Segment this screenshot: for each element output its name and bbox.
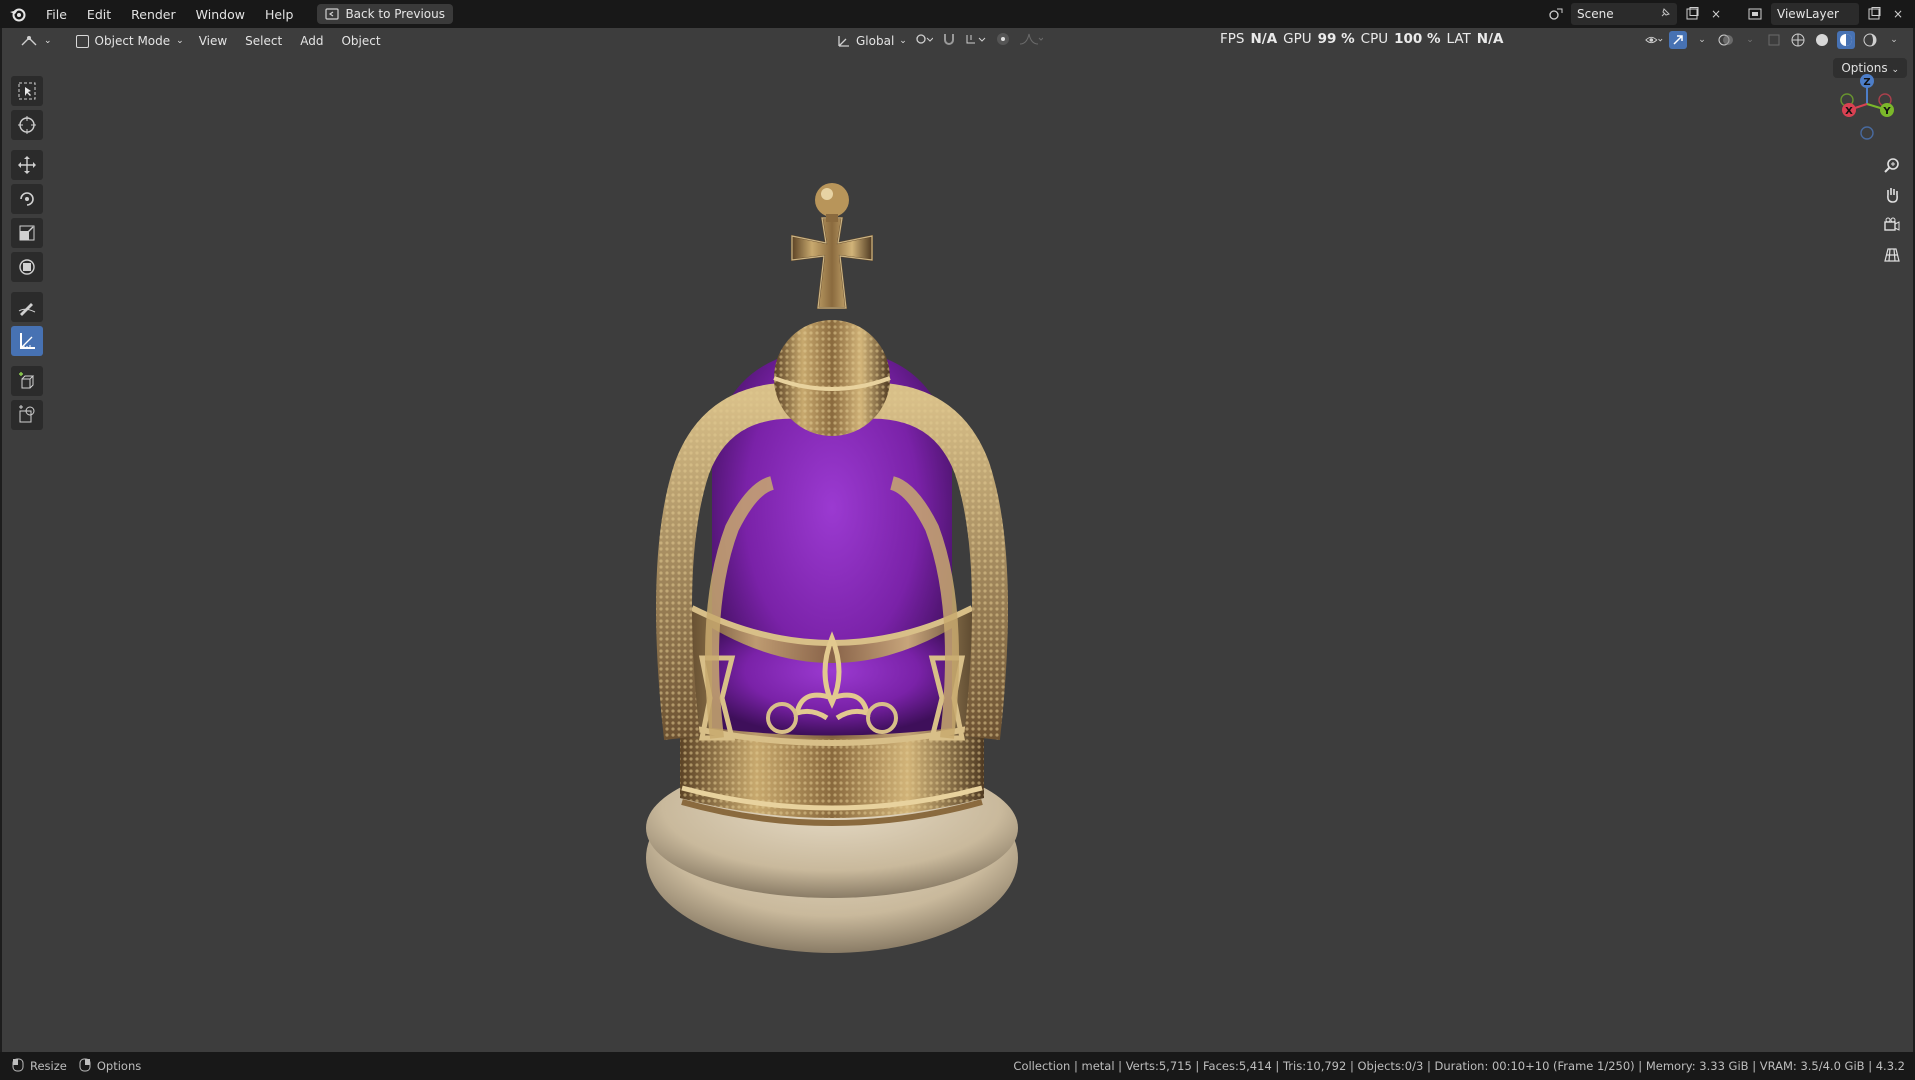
gizmo-x-label: X	[1845, 106, 1853, 117]
editor-type-button[interactable]: ⌄	[14, 32, 58, 50]
scene-name: Scene	[1577, 7, 1614, 21]
remove-scene-icon[interactable]: ×	[1707, 5, 1725, 23]
menu-edit[interactable]: Edit	[77, 7, 121, 22]
orientation-label: Global	[856, 33, 895, 48]
menu-view[interactable]: View	[190, 34, 236, 48]
cpu-value: 100 %	[1394, 31, 1441, 47]
mouse-right-icon	[79, 1058, 91, 1075]
3d-viewport[interactable]: ⌄ Object Mode ⌄ View Select Add Object G…	[2, 28, 1913, 1052]
scale-tool[interactable]	[11, 218, 43, 248]
back-to-previous-label: Back to Previous	[345, 7, 445, 21]
xray-toggle-icon[interactable]	[1765, 31, 1783, 49]
zoom-magnifier-icon[interactable]	[1879, 152, 1905, 178]
material-preview-shading-icon[interactable]	[1837, 31, 1855, 49]
measure-ruler-icon	[20, 333, 35, 349]
crown-3d-model[interactable]	[622, 138, 1042, 958]
transform-tool[interactable]	[11, 252, 43, 282]
orientation-axes-icon	[838, 35, 849, 47]
cpu-label: CPU	[1360, 31, 1389, 47]
add-cube-tool[interactable]	[11, 366, 43, 396]
transform-icon	[19, 259, 35, 275]
menu-help[interactable]: Help	[255, 7, 304, 22]
new-scene-icon[interactable]	[1683, 5, 1701, 23]
mouse-left-icon	[12, 1058, 24, 1075]
menu-select[interactable]: Select	[236, 34, 291, 48]
top-menu-bar: File Edit Render Window Help Back to Pre…	[0, 0, 1915, 28]
blender-logo-icon[interactable]	[0, 6, 36, 22]
perspective-grid-icon[interactable]	[1879, 242, 1905, 268]
proportional-editing-icon[interactable]	[995, 31, 1011, 50]
object-mode-label: Object Mode	[94, 34, 171, 48]
menu-window[interactable]: Window	[186, 7, 255, 22]
menu-file[interactable]: File	[36, 7, 77, 22]
scene-browse-icon[interactable]	[1547, 5, 1565, 23]
gizmo-toggle-icon[interactable]	[1669, 31, 1687, 49]
scene-selector[interactable]: Scene	[1571, 3, 1677, 25]
cursor-tool[interactable]	[11, 110, 43, 140]
select-box-icon	[18, 82, 36, 100]
navigation-gizmo[interactable]: Z Y X	[1835, 72, 1901, 142]
object-mode-dropdown[interactable]: Object Mode ⌄	[70, 32, 190, 50]
add-object-tool[interactable]	[11, 400, 43, 430]
viewport-header: ⌄ Object Mode ⌄ View Select Add Object G…	[2, 28, 1913, 54]
gpu-value: 99 %	[1317, 31, 1355, 47]
new-view-layer-icon[interactable]	[1865, 5, 1883, 23]
move-tool[interactable]	[11, 150, 43, 180]
back-to-previous-button[interactable]: Back to Previous	[317, 4, 453, 24]
overlays-dropdown-icon[interactable]: ⌄	[1741, 31, 1759, 49]
rendered-shading-icon[interactable]	[1861, 31, 1879, 49]
status-resize-label: Resize	[30, 1059, 67, 1073]
gizmo-dropdown-icon[interactable]: ⌄	[1693, 31, 1711, 49]
shading-dropdown-icon[interactable]: ⌄	[1885, 31, 1903, 49]
overlays-toggle-icon[interactable]	[1717, 31, 1735, 49]
snap-target-icon[interactable]	[965, 32, 987, 49]
gpu-label: GPU	[1283, 31, 1312, 47]
view-layer-browse-icon[interactable]	[1747, 5, 1765, 23]
menu-add[interactable]: Add	[291, 34, 332, 48]
transform-orientation-dropdown[interactable]: Global ⌄	[837, 34, 907, 48]
scale-icon	[19, 225, 35, 241]
lat-label: LAT	[1446, 31, 1471, 47]
object-mode-icon	[75, 34, 89, 48]
visibility-eye-icon[interactable]	[1645, 31, 1663, 49]
pin-icon[interactable]	[1659, 7, 1671, 22]
add-object-icon	[19, 405, 35, 423]
pan-hand-icon[interactable]	[1879, 182, 1905, 208]
annotate-tool[interactable]	[11, 292, 43, 322]
fps-value: N/A	[1250, 31, 1278, 47]
measure-tool[interactable]	[11, 326, 43, 356]
fps-label: FPS	[1220, 31, 1245, 47]
remove-view-layer-icon[interactable]: ×	[1889, 5, 1907, 23]
gizmo-z-label: Z	[1863, 77, 1870, 88]
lat-value: N/A	[1476, 31, 1504, 47]
3d-cursor-icon	[18, 116, 36, 134]
select-box-tool[interactable]	[11, 76, 43, 106]
snap-toggle-icon[interactable]	[941, 31, 957, 50]
camera-view-icon[interactable]	[1879, 212, 1905, 238]
pivot-point-icon[interactable]	[915, 32, 934, 49]
scene-statistics: Collection | metal | Verts:5,715 | Faces…	[1013, 1059, 1905, 1073]
status-bar: Resize Options Collection | metal | Vert…	[0, 1052, 1915, 1080]
chevron-down-icon: ⌄	[176, 36, 184, 46]
annotate-pen-icon	[18, 303, 36, 316]
menu-render[interactable]: Render	[121, 7, 186, 22]
status-options-label: Options	[96, 1059, 142, 1073]
screen-back-icon	[325, 8, 340, 20]
performance-overlay: FPS N/A GPU 99 % CPU 100 % LAT N/A	[1220, 31, 1503, 47]
wireframe-shading-icon[interactable]	[1789, 31, 1807, 49]
move-arrows-icon	[18, 156, 36, 174]
rotate-icon	[20, 192, 34, 206]
view-layer-selector[interactable]: ViewLayer	[1771, 3, 1859, 25]
menu-object[interactable]: Object	[332, 34, 389, 48]
gizmo-y-label: Y	[1882, 106, 1891, 117]
tool-shelf	[10, 74, 44, 432]
falloff-curve-icon[interactable]	[1019, 32, 1044, 49]
view-layer-name: ViewLayer	[1777, 7, 1839, 21]
rotate-tool[interactable]	[11, 184, 43, 214]
viewport-editor-icon	[21, 36, 37, 46]
solid-shading-icon[interactable]	[1813, 31, 1831, 49]
add-cube-icon	[19, 372, 35, 389]
